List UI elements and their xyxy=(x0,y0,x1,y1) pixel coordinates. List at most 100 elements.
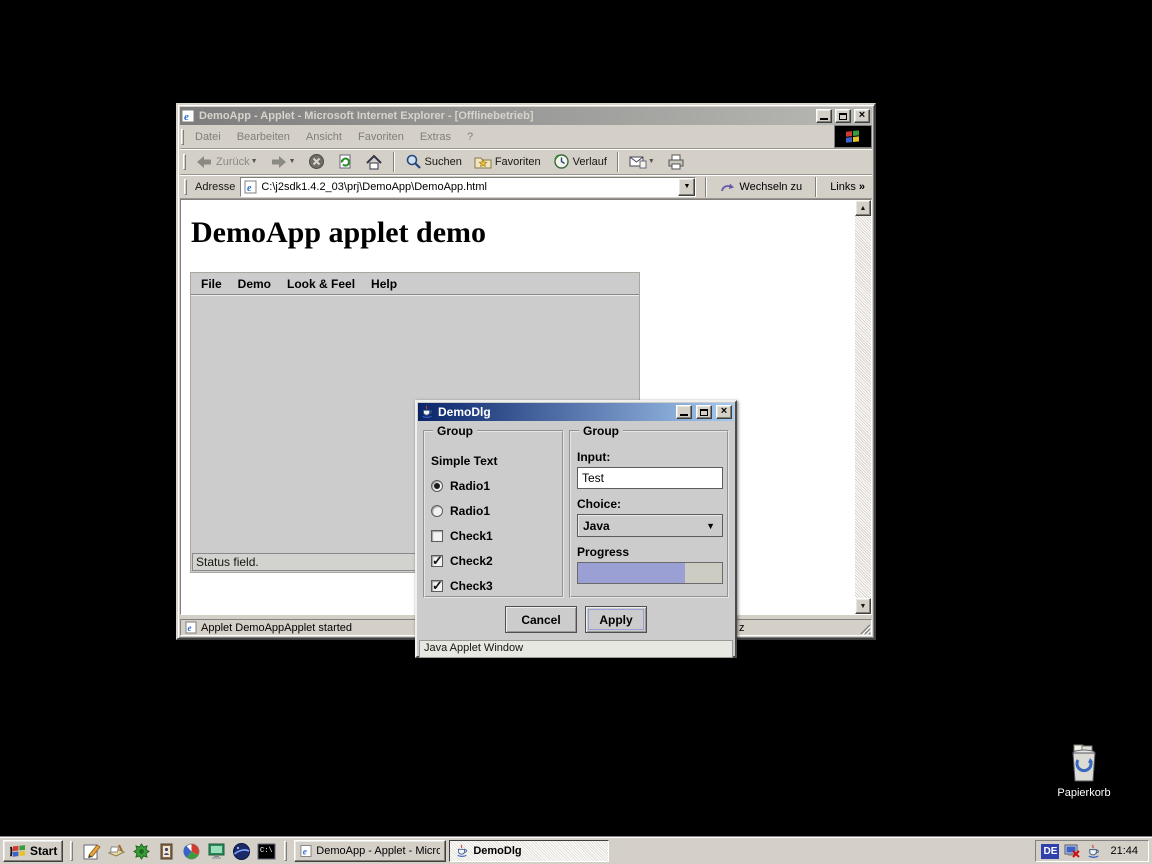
right-group-box: Group Input: Choice: Java ▼ Progress xyxy=(569,430,729,598)
choice-combobox[interactable]: Java ▼ xyxy=(577,514,723,537)
maximize-button[interactable] xyxy=(835,109,851,123)
print-button[interactable] xyxy=(661,152,691,172)
menu-bearbeiten[interactable]: Bearbeiten xyxy=(229,129,298,145)
addressbar-grip[interactable] xyxy=(184,179,187,195)
menubar-grip[interactable] xyxy=(181,129,184,145)
java-tray-icon[interactable] xyxy=(1086,844,1101,859)
links-chevron-icon[interactable]: » xyxy=(859,181,865,193)
applet-menu-demo[interactable]: Demo xyxy=(230,277,279,291)
recycle-bin-icon xyxy=(1065,744,1103,784)
dialog-minimize-button[interactable] xyxy=(676,405,692,419)
favorites-label: Favoriten xyxy=(495,156,541,168)
stop-button[interactable] xyxy=(302,151,331,172)
forward-dropdown-icon[interactable]: ▼ xyxy=(289,158,296,165)
favorites-button[interactable]: Favoriten xyxy=(468,152,547,171)
quicklaunch-address-book-icon[interactable] xyxy=(155,840,177,862)
check-row-1[interactable]: Check2 xyxy=(431,548,558,573)
progress-bar xyxy=(577,562,723,584)
radio-0-control[interactable] xyxy=(431,480,443,492)
cancel-button[interactable]: Cancel xyxy=(505,606,577,633)
ie-titlebar[interactable]: e DemoApp - Applet - Microsoft Internet … xyxy=(180,107,872,125)
back-dropdown-icon[interactable]: ▼ xyxy=(251,158,258,165)
close-button[interactable]: × xyxy=(854,109,870,123)
quicklaunch-show-desktop-icon[interactable] xyxy=(105,840,127,862)
menu-hilfe[interactable]: ? xyxy=(459,129,481,145)
quicklaunch-bug-icon[interactable] xyxy=(130,840,152,862)
check-row-2[interactable]: Check3 xyxy=(431,573,558,598)
scrollbar-track[interactable] xyxy=(855,216,871,598)
forward-button[interactable]: ▼ xyxy=(264,152,302,172)
check-0-control[interactable] xyxy=(431,530,443,542)
quicklaunch-command-prompt-icon[interactable]: C:\ xyxy=(255,840,277,862)
windows-flag-icon xyxy=(844,129,862,145)
dialog-button-row: Cancel Apply xyxy=(418,599,734,640)
monitor-alert-tray-icon[interactable] xyxy=(1064,843,1081,859)
quicklaunch-compose-icon[interactable] xyxy=(80,840,102,862)
task-button-0[interactable]: e DemoApp - Applet - Micro... xyxy=(294,840,446,862)
recycle-bin[interactable]: Papierkorb xyxy=(1044,744,1124,799)
menu-favoriten[interactable]: Favoriten xyxy=(350,129,412,145)
refresh-icon xyxy=(337,153,353,170)
ie-menubar: Datei Bearbeiten Ansicht Favoriten Extra… xyxy=(180,125,872,149)
print-icon xyxy=(667,154,685,170)
dialog-maximize-button[interactable] xyxy=(696,405,712,419)
quicklaunch-media-ball-icon[interactable] xyxy=(180,840,202,862)
language-indicator[interactable]: DE xyxy=(1041,844,1059,859)
resize-grip-icon[interactable] xyxy=(858,622,871,635)
minimize-button[interactable] xyxy=(816,109,832,123)
vertical-scrollbar[interactable]: ▲ ▼ xyxy=(855,200,871,614)
status-page-icon: e xyxy=(185,621,197,634)
status-zone-panel: z xyxy=(736,619,872,636)
toolbar-grip[interactable] xyxy=(183,154,186,170)
task-button-1[interactable]: DemoDlg xyxy=(449,840,609,862)
start-button[interactable]: Start xyxy=(3,840,63,862)
address-input[interactable] xyxy=(261,179,674,195)
scroll-down-button[interactable]: ▼ xyxy=(855,598,871,614)
home-button[interactable] xyxy=(359,152,389,172)
check-row-0[interactable]: Check1 xyxy=(431,523,558,548)
radio-1-control[interactable] xyxy=(431,505,443,517)
quicklaunch-globe-icon[interactable] xyxy=(230,840,252,862)
task-java-cup-icon xyxy=(455,844,469,858)
mail-button[interactable]: ▼ xyxy=(623,153,661,171)
forward-arrow-icon xyxy=(270,154,288,170)
search-icon xyxy=(405,153,422,170)
apply-button[interactable]: Apply xyxy=(585,606,647,633)
applet-menubar: File Demo Look & Feel Help xyxy=(191,273,639,295)
back-button[interactable]: Zurück ▼ xyxy=(189,152,264,172)
simple-text-label: Simple Text xyxy=(431,448,558,473)
input-field[interactable] xyxy=(577,467,723,489)
menu-ansicht[interactable]: Ansicht xyxy=(298,129,350,145)
links-bar[interactable]: Links » xyxy=(826,181,869,193)
stop-icon xyxy=(308,153,325,170)
address-dropdown-button[interactable]: ▼ xyxy=(678,178,695,196)
taskbar-grip[interactable] xyxy=(70,841,73,861)
refresh-button[interactable] xyxy=(331,151,359,172)
menu-datei[interactable]: Datei xyxy=(187,129,229,145)
clock[interactable]: 21:44 xyxy=(1106,845,1138,857)
check-2-control[interactable] xyxy=(431,580,443,592)
back-arrow-icon xyxy=(195,154,213,170)
scroll-up-button[interactable]: ▲ xyxy=(855,200,871,216)
applet-menu-file[interactable]: File xyxy=(193,277,230,291)
go-arrow-icon xyxy=(720,180,735,193)
menu-extras[interactable]: Extras xyxy=(412,129,459,145)
radio-row-0[interactable]: Radio1 xyxy=(431,473,558,498)
svg-text:e: e xyxy=(247,183,252,194)
check-1-control[interactable] xyxy=(431,555,443,567)
quicklaunch-pc-monitor-icon[interactable] xyxy=(205,840,227,862)
svg-text:C:\: C:\ xyxy=(260,847,273,855)
recycle-bin-label: Papierkorb xyxy=(1044,787,1124,799)
go-button[interactable]: Wechseln zu xyxy=(716,180,806,193)
mail-dropdown-icon[interactable]: ▼ xyxy=(648,158,655,165)
applet-menu-help[interactable]: Help xyxy=(363,277,405,291)
search-button[interactable]: Suchen xyxy=(399,151,468,172)
demodlg-titlebar[interactable]: DemoDlg × xyxy=(418,403,734,421)
history-button[interactable]: Verlauf xyxy=(547,151,613,172)
radio-row-1[interactable]: Radio1 xyxy=(431,498,558,523)
applet-menu-lookfeel[interactable]: Look & Feel xyxy=(279,277,363,291)
check-2-label: Check3 xyxy=(450,579,493,593)
taskbar-grip-2[interactable] xyxy=(284,841,287,861)
dialog-close-button[interactable]: × xyxy=(716,405,732,419)
window-title: DemoApp - Applet - Microsoft Internet Ex… xyxy=(199,110,813,122)
